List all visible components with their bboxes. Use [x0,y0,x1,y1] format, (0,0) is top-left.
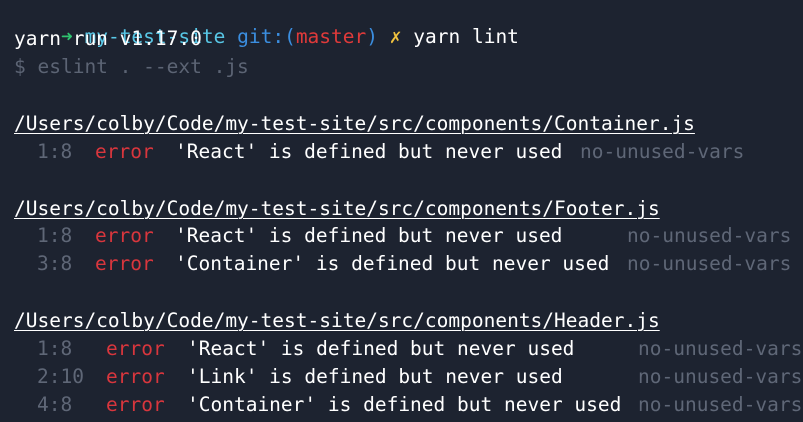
yarn-version-line: yarn run v1.17.0 [14,27,202,50]
problem-location: 1:8 [37,224,73,247]
file-path: /Users/colby/Code/my-test-site/src/compo… [14,197,660,220]
prompt-line: ➜ my-test-site git:(master) ✗ yarn lint [14,0,519,48]
problem-severity: error [95,140,154,163]
problem-rule: no-unused-vars [638,337,803,360]
problem-message: 'React' is defined but never used [187,337,575,360]
problem-location: 2:10 [37,365,84,388]
problem-severity: error [95,224,154,247]
problem-message: 'Container' is defined but never used [175,252,610,275]
problem-rule: no-unused-vars [627,224,792,247]
script-command-line: $ eslint . --ext .js [14,55,249,78]
problem-severity: error [106,365,165,388]
file-path: /Users/colby/Code/my-test-site/src/compo… [14,112,695,135]
problem-severity: error [106,393,165,416]
problem-row: 1:8 error 'React' is defined but never u… [0,139,744,165]
problem-severity: error [95,252,154,275]
problem-location: 1:8 [37,337,73,360]
prompt-command: yarn lint [413,25,519,48]
terminal-window[interactable]: ➜ my-test-site git:(master) ✗ yarn lint … [0,0,803,422]
problem-message: 'Container' is defined but never used [187,393,622,416]
file-path: /Users/colby/Code/my-test-site/src/compo… [14,309,660,332]
problem-row: 3:8 error 'Container' is defined but nev… [0,251,791,277]
problem-rule: no-unused-vars [638,393,803,416]
problem-location: 1:8 [37,140,73,163]
problem-row: 1:8 error 'React' is defined but never u… [0,336,802,362]
problem-message: 'React' is defined but never used [175,140,563,163]
problem-location: 4:8 [37,393,73,416]
problem-message: 'React' is defined but never used [175,224,563,247]
git-prefix: git:( [237,25,296,48]
problem-rule: no-unused-vars [580,140,745,163]
problem-location: 3:8 [37,252,73,275]
problem-row: 4:8 error 'Container' is defined but nev… [0,392,802,418]
problem-row: 2:10 error 'Link' is defined but never u… [0,364,802,390]
problem-rule: no-unused-vars [627,252,792,275]
problem-message: 'Link' is defined but never used [187,365,563,388]
problem-row: 1:8 error 'React' is defined but never u… [0,223,791,249]
problem-rule: no-unused-vars [638,365,803,388]
problem-severity: error [106,337,165,360]
dirty-mark-icon: ✗ [389,25,402,48]
git-branch: master [295,25,367,48]
git-suffix: ) [366,25,379,48]
